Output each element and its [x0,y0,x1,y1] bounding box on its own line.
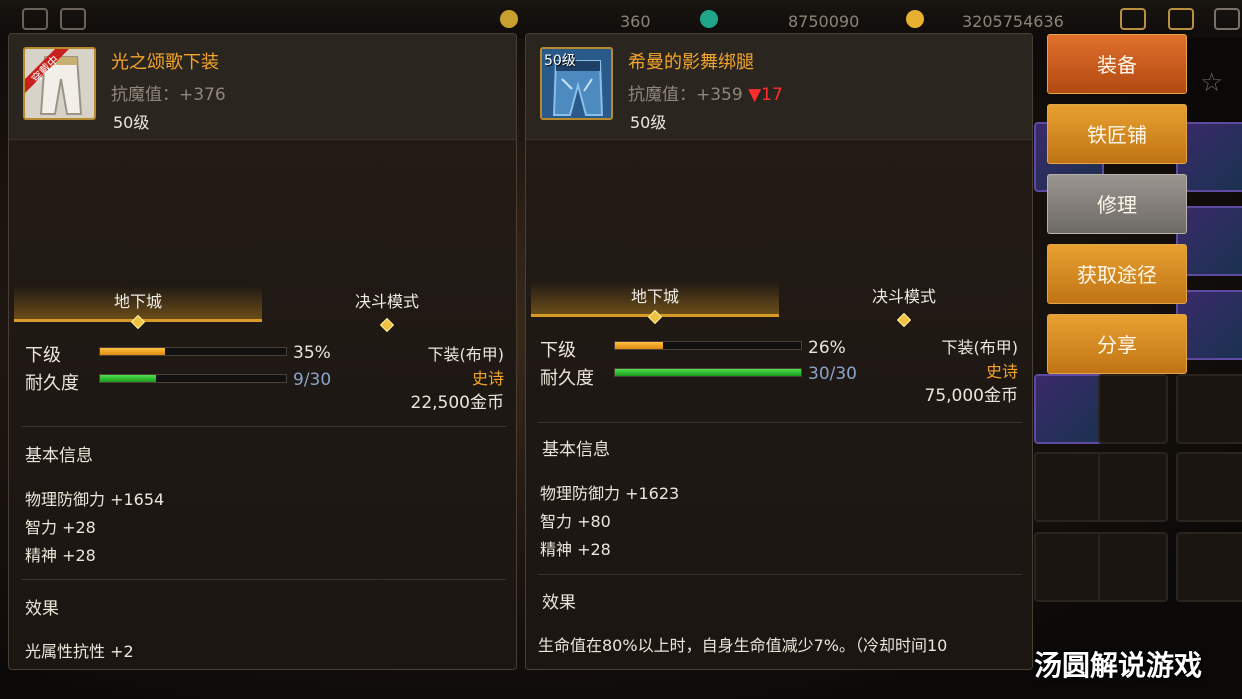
mail-icon[interactable] [1168,8,1194,30]
slot-type: 下装(布甲) [427,345,505,364]
effect-line: 生命值在80%以上时，自身生命值减少7%。（冷却时间10 [538,636,948,655]
divider [538,574,1022,575]
crystal-icon [700,10,718,28]
inventory-slot[interactable] [1034,374,1104,444]
pants-item-icon: 穿戴中 [23,47,96,120]
item-header: 穿戴中 光之颂歌下装 抗魔值：+376 50级 [9,34,516,140]
inventory-slot[interactable] [1034,452,1104,522]
durability-value: 9/30 [293,370,332,390]
gold-coin-icon [500,10,518,28]
settings-icon[interactable] [1214,8,1240,30]
gold-icon [906,10,924,28]
equip-button[interactable]: 装备 [1047,34,1187,94]
rarity: 史诗 [985,362,1018,381]
leggings-item-icon: 50级 [540,47,613,120]
grade-label: 下级 [540,340,576,361]
magic-resist-stat: 抗魔值：+359 ▼17 [628,85,783,105]
divider [538,422,1022,423]
slot-type: 下装(布甲) [941,338,1019,357]
grade-bar [99,347,287,356]
resource-2: 8750090 [788,12,860,31]
attribute-line: 精神 +28 [25,546,96,565]
shop-icon[interactable] [1120,8,1146,30]
durability-bar [99,374,287,383]
durability-bar [614,368,802,377]
obtain-source-button[interactable]: 获取途径 [1047,244,1187,304]
durability-label: 耐久度 [540,368,594,389]
diamond-icon [379,317,395,333]
menu-icon[interactable] [60,8,86,30]
basic-info-title: 基本信息 [25,446,93,466]
equipped-item-panel: 穿戴中 光之颂歌下装 抗魔值：+376 50级 地下城 决斗模式 下级 35% … [8,33,517,670]
tab-dungeon[interactable]: 地下城 [531,281,779,325]
inventory-slot[interactable] [1176,374,1242,444]
durability-label: 耐久度 [25,373,79,394]
price: 75,000金币 [924,386,1018,406]
attribute-line: 物理防御力 +1654 [25,490,165,509]
tab-duel[interactable]: 决斗模式 [263,286,511,333]
price: 22,500金币 [410,393,504,413]
effect-title: 效果 [25,599,59,619]
rarity: 史诗 [471,369,504,388]
attribute-line: 智力 +80 [540,512,611,531]
tab-duel[interactable]: 决斗模式 [780,281,1028,328]
grade-bar [614,341,802,350]
grade-percent: 35% [293,343,331,363]
mode-tabs: 地下城 决斗模式 [531,281,1028,328]
watermark-text: 汤圆解说游戏 [1034,649,1203,682]
attribute-line: 精神 +28 [540,540,611,559]
resource-1: 360 [620,12,651,31]
divider [21,579,506,580]
effect-line: 光属性抗性 +2 [25,642,134,661]
divider [21,426,506,427]
magic-resist-stat: 抗魔值：+376 [111,85,226,105]
item-header: 50级 希曼的影舞绑腿 抗魔值：+359 ▼17 50级 [526,34,1032,140]
item-name: 光之颂歌下装 [111,52,219,73]
diamond-icon [647,309,663,325]
back-icon[interactable] [22,8,48,30]
inventory-slot[interactable] [1176,452,1242,522]
mode-tabs: 地下城 决斗模式 [14,286,511,333]
item-level: 50级 [630,113,667,132]
grade-label: 下级 [25,345,61,366]
share-button[interactable]: 分享 [1047,314,1187,374]
inventory-slot[interactable] [1098,374,1168,444]
inventory-slot[interactable] [1176,532,1242,602]
stat-decrease: ▼17 [748,85,783,105]
grade-percent: 26% [808,338,846,358]
inventory-slot[interactable] [1098,452,1168,522]
tab-dungeon[interactable]: 地下城 [14,286,262,330]
durability-value: 30/30 [808,364,857,384]
attribute-line: 物理防御力 +1623 [540,484,680,503]
inventory-slot[interactable] [1098,532,1168,602]
star-icon[interactable]: ☆ [1200,68,1223,98]
diamond-icon [130,314,146,330]
blacksmith-button[interactable]: 铁匠铺 [1047,104,1187,164]
inventory-slot[interactable] [1034,532,1104,602]
diamond-icon [896,312,912,328]
level-badge: 50级 [544,53,576,69]
effect-title: 效果 [542,593,576,613]
basic-info-title: 基本信息 [542,440,610,460]
compare-item-panel: 50级 希曼的影舞绑腿 抗魔值：+359 ▼17 50级 地下城 决斗模式 下级… [525,33,1033,670]
item-level: 50级 [113,113,150,132]
item-name: 希曼的影舞绑腿 [628,52,754,73]
attribute-line: 智力 +28 [25,518,96,537]
resource-3: 3205754636 [962,12,1064,31]
repair-button[interactable]: 修理 [1047,174,1187,234]
